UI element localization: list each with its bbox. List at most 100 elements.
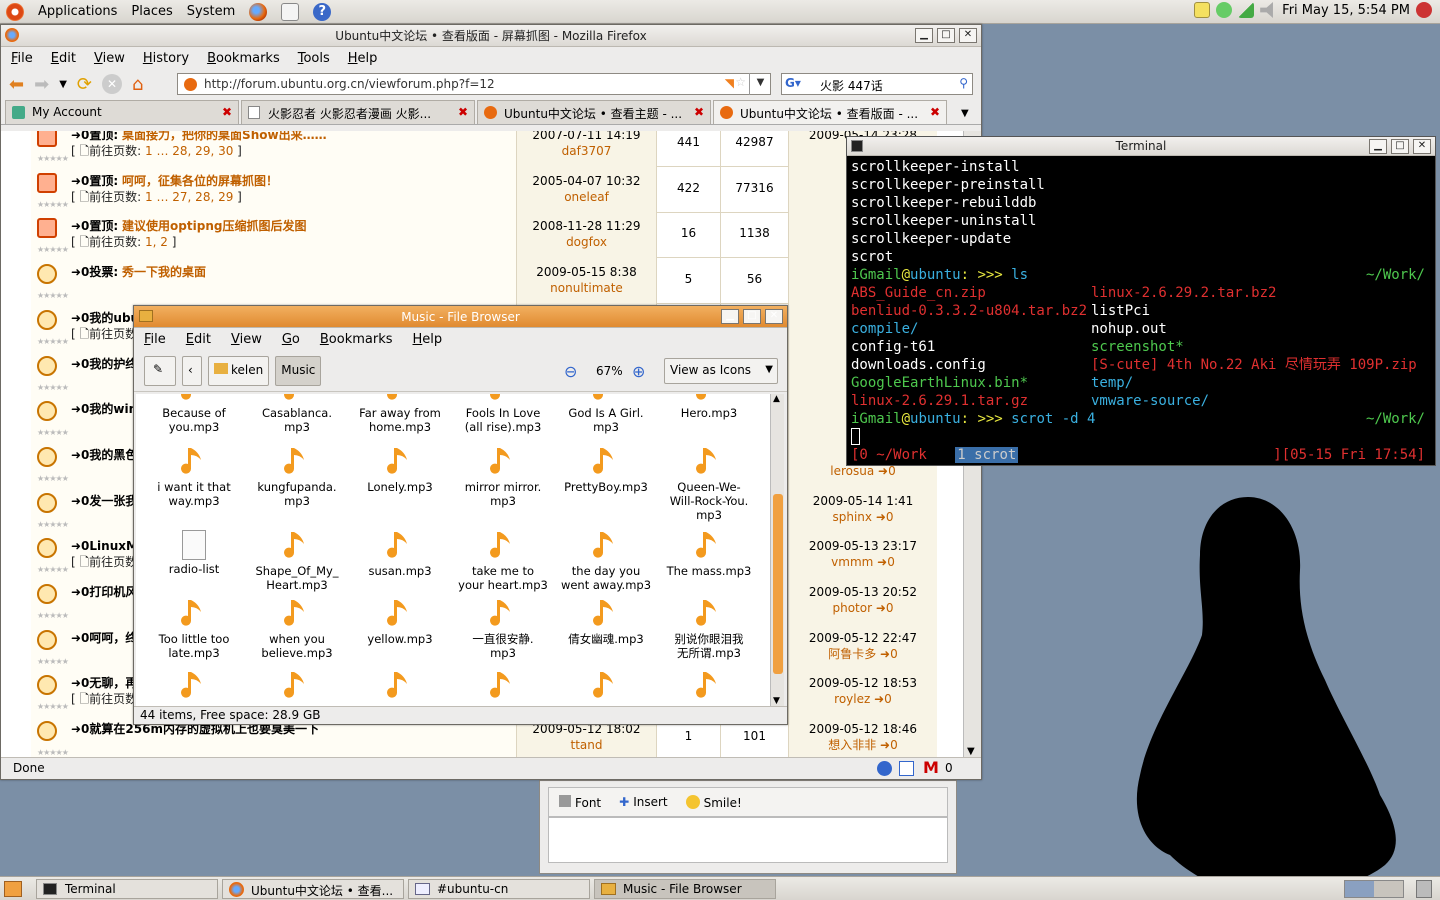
bookmark-star-icon[interactable]: ☆ [735, 75, 746, 89]
editor-textarea[interactable] [548, 817, 948, 863]
google-search-engine-icon[interactable]: G▾ [785, 76, 813, 92]
tab-ubuntu-forum[interactable]: Ubuntu中文论坛 • 查看版面 - ... ✖ [713, 100, 947, 124]
menu-view[interactable]: View [94, 51, 125, 66]
tab-list-dropdown-icon[interactable]: ▼ [961, 108, 969, 119]
menu-history[interactable]: History [143, 51, 189, 66]
last-post-user[interactable]: 想入非非 ➜0 [789, 737, 937, 753]
scroll-up-arrow-icon[interactable]: ▲ [773, 394, 780, 404]
gmail-icon[interactable]: M [923, 758, 939, 777]
file-item[interactable]: 别说你眼泪我 无所谓.mp3 [659, 598, 759, 660]
close-button[interactable]: ✕ [959, 28, 977, 43]
menu-help[interactable]: Help [413, 332, 443, 347]
last-post-user[interactable]: roylez ➜0 [789, 691, 937, 707]
menu-file[interactable]: File [11, 51, 33, 66]
topic-author[interactable]: nonultimate [517, 280, 656, 296]
menu-file[interactable]: File [144, 332, 166, 347]
scroll-down-arrow-icon[interactable]: ▼ [773, 696, 780, 706]
minimize-button[interactable]: ▁ [1369, 139, 1387, 154]
menu-places[interactable]: Places [131, 4, 172, 19]
stop-icon[interactable]: ✕ [101, 74, 122, 94]
file-browser-titlebar[interactable]: Music - File Browser ▁ □ ✕ [134, 306, 787, 328]
insert-button[interactable]: ✚ Insert [619, 795, 667, 809]
file-item[interactable]: Casablanca. mp3 [247, 394, 347, 434]
taskbar-firefox[interactable]: Ubuntu中文论坛 • 查看... [222, 879, 404, 899]
topic-link[interactable]: 桌面接力，把你的桌面Show出来…… [122, 131, 327, 142]
firefox-titlebar[interactable]: Ubuntu中文论坛 • 查看版面 - 屏幕抓图 - Mozilla Firef… [1, 25, 981, 47]
file-item[interactable]: PrettyBoy.mp3 [556, 446, 656, 494]
file-grid-scrollbar[interactable]: ▲ ▼ [770, 394, 784, 706]
rss-icon[interactable]: ◥ [725, 76, 734, 90]
close-tab-icon[interactable]: ✖ [458, 105, 468, 119]
smile-button[interactable]: Smile! [685, 794, 742, 810]
close-button[interactable]: ✕ [765, 309, 783, 324]
topic-author[interactable]: oneleaf [517, 189, 656, 205]
zoom-out-icon[interactable]: ⊖ [564, 362, 577, 381]
minimize-button[interactable]: ▁ [915, 28, 933, 43]
menu-go[interactable]: Go [282, 332, 300, 347]
file-item[interactable]: yellow.mp3 [350, 598, 450, 646]
firefox-launcher-icon[interactable] [249, 2, 268, 21]
reload-icon[interactable]: ⟳ [77, 74, 92, 95]
menu-bookmarks[interactable]: Bookmarks [207, 51, 280, 66]
close-tab-icon[interactable]: ✖ [694, 105, 704, 119]
terminal-output[interactable]: scrollkeeper-install scrollkeeper-preins… [847, 156, 1435, 464]
file-item[interactable]: mirror mirror. mp3 [453, 446, 553, 508]
music-file-icon[interactable] [181, 670, 207, 702]
last-post-user[interactable]: 阿鲁卡多 ➜0 [789, 646, 937, 662]
menu-help[interactable]: Help [348, 51, 378, 66]
zoom-in-icon[interactable]: ⊕ [632, 362, 645, 381]
scrollbar-thumb[interactable] [773, 494, 783, 674]
maximize-button[interactable]: □ [1391, 139, 1409, 154]
path-back-button[interactable]: ‹ [182, 355, 202, 386]
music-file-icon[interactable] [696, 670, 722, 702]
font-button[interactable]: Font [559, 794, 601, 810]
topic-author[interactable]: dogfox [517, 234, 656, 250]
file-item[interactable]: God Is A Girl. mp3 [556, 394, 656, 434]
addon-icon[interactable] [877, 761, 892, 776]
menu-edit[interactable]: Edit [186, 332, 211, 347]
file-item[interactable]: 倩女幽魂.mp3 [556, 598, 656, 646]
tab-my-account[interactable]: My Account ✖ [5, 100, 239, 124]
ubuntu-logo-icon[interactable] [6, 2, 24, 21]
taskbar-terminal[interactable]: Terminal [36, 879, 218, 899]
music-file-icon[interactable] [593, 670, 619, 702]
crumb-kelen[interactable]: kelen [208, 355, 270, 386]
menu-view[interactable]: View [231, 332, 262, 347]
file-item[interactable]: Hero.mp3 [659, 394, 759, 420]
edit-location-button[interactable]: ✎ [144, 355, 176, 386]
menu-edit[interactable]: Edit [51, 51, 76, 66]
terminal-titlebar[interactable]: Terminal ▁ □ ✕ [847, 137, 1435, 156]
music-file-icon[interactable] [387, 670, 413, 702]
file-item[interactable]: susan.mp3 [350, 530, 450, 578]
forward-arrow-icon[interactable]: ➡ [34, 74, 49, 95]
trash-icon[interactable] [1416, 880, 1432, 898]
file-item[interactable]: kungfupanda. mp3 [247, 446, 347, 508]
menu-tools[interactable]: Tools [298, 51, 330, 66]
topic-author[interactable]: ttand [517, 737, 656, 753]
url-dropdown-icon[interactable]: ▼ [749, 73, 771, 95]
file-item[interactable]: Shape_Of_My_ Heart.mp3 [247, 530, 347, 592]
page-links[interactable]: 1 … 27, 28, 29 [145, 190, 233, 204]
crumb-music[interactable]: Music [275, 355, 322, 386]
page-links[interactable]: 1 … 28, 29, 30 [145, 144, 233, 158]
file-item[interactable]: Too little too late.mp3 [144, 598, 244, 660]
file-item[interactable]: Queen-We- Will-Rock-You. mp3 [659, 446, 759, 522]
scroll-down-arrow-icon[interactable]: ▼ [967, 746, 975, 757]
topic-link[interactable]: 建议使用optipng压缩抓图后发图 [122, 219, 306, 233]
file-item[interactable]: Far away from home.mp3 [350, 394, 450, 434]
menu-bookmarks[interactable]: Bookmarks [320, 332, 393, 347]
file-item[interactable]: The mass.mp3 [659, 530, 759, 578]
volume-tray-icon[interactable] [1260, 2, 1273, 18]
view-mode-select[interactable]: View as Icons ▼ [664, 358, 778, 384]
music-file-icon[interactable] [284, 670, 310, 702]
help-launcher-icon[interactable]: ? [313, 2, 332, 21]
topic-author[interactable]: daf3707 [517, 143, 656, 159]
file-item[interactable]: i want it that way.mp3 [144, 446, 244, 508]
close-tab-icon[interactable]: ✖ [222, 105, 232, 119]
workspace-switcher[interactable] [1344, 880, 1404, 898]
file-item[interactable]: Because of you.mp3 [144, 394, 244, 434]
mail-launcher-icon[interactable] [281, 2, 300, 21]
last-post-user[interactable]: photor ➜0 [789, 600, 937, 616]
search-input[interactable]: G▾ 火影 447话 ⚲ [781, 73, 973, 95]
taskbar-file-browser[interactable]: Music - File Browser [594, 879, 776, 899]
